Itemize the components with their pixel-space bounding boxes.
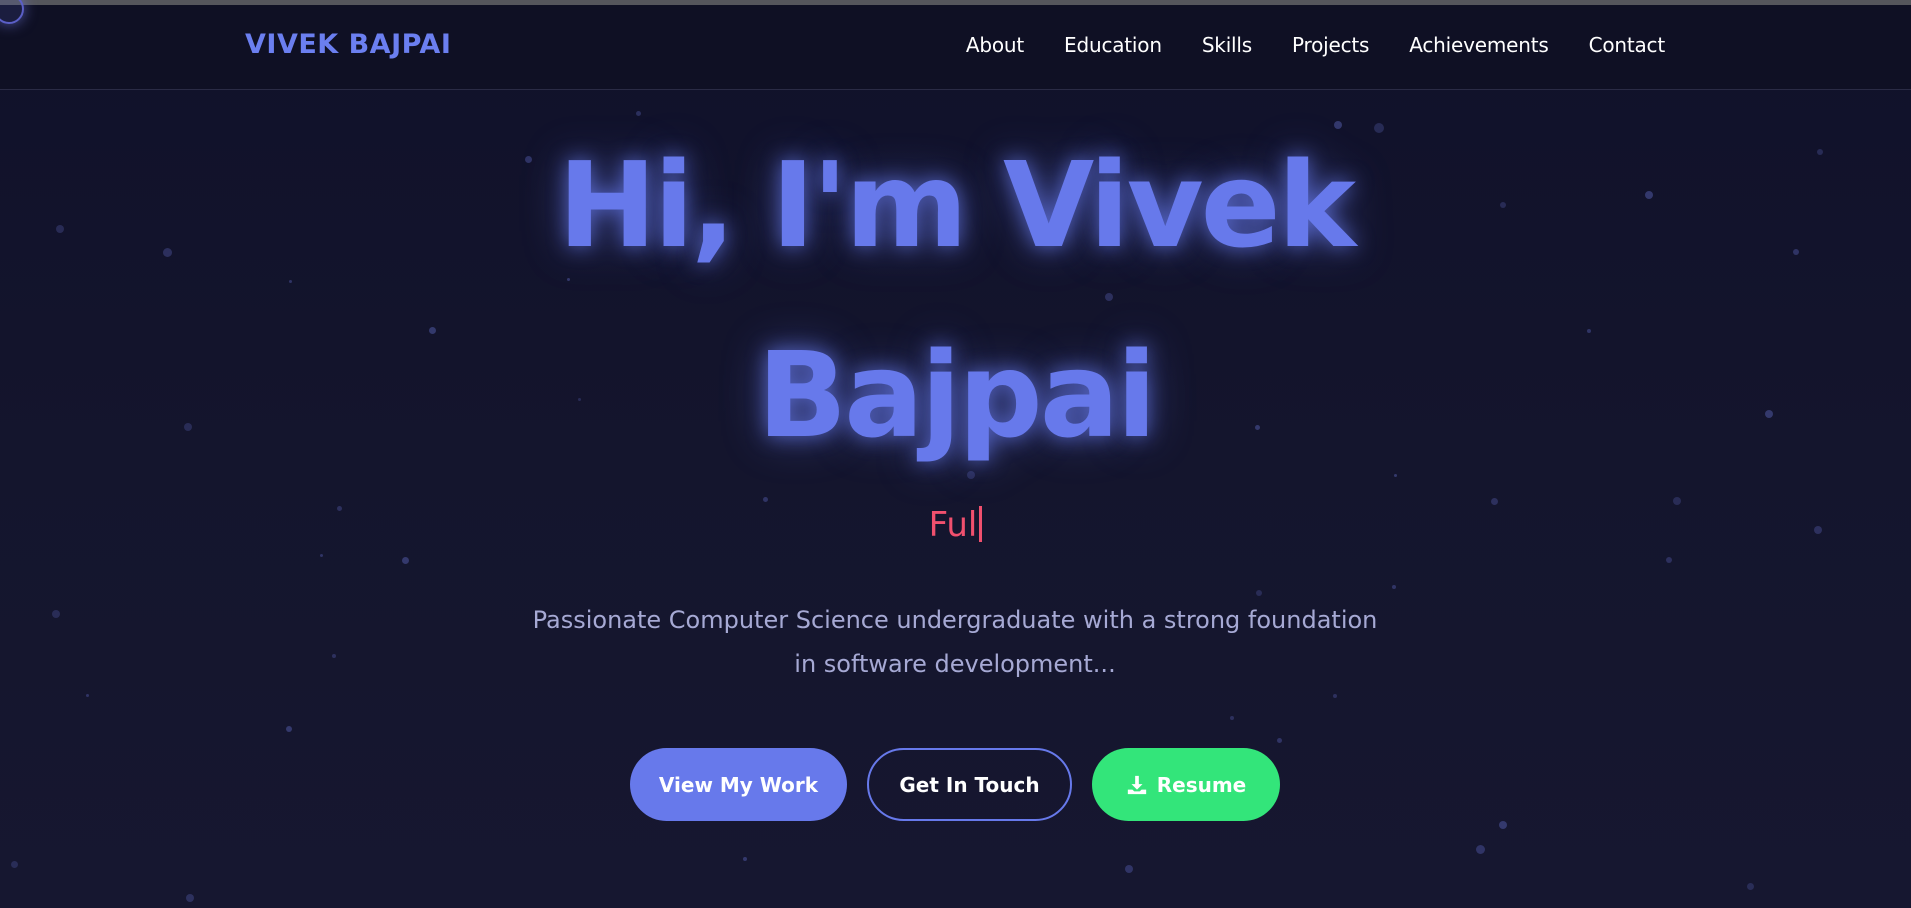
hero-buttons: View My Work Get In Touch Resume [630, 748, 1280, 821]
brand-logo[interactable]: VIVEK BAJPAI [245, 29, 451, 60]
star-dot [286, 726, 292, 732]
star-dot [1490, 497, 1498, 505]
star-dot [332, 654, 336, 658]
nav-link-about[interactable]: About [966, 33, 1024, 57]
star-dot [1125, 865, 1133, 873]
get-in-touch-button[interactable]: Get In Touch [867, 748, 1072, 821]
star-dot [1333, 694, 1337, 698]
star-dot [1230, 716, 1234, 720]
star-dot [52, 610, 60, 618]
star-dot [1276, 737, 1282, 743]
hero-title-line1: Hi, I'm Vivek [557, 136, 1356, 274]
star-dot [10, 860, 18, 868]
resume-button[interactable]: Resume [1092, 748, 1280, 821]
star-dot [743, 857, 747, 861]
hero-title: Hi, I'm Vivek Bajpai [0, 110, 1911, 490]
nav-links: About Education Skills Projects Achievem… [966, 33, 1665, 57]
typed-role-text: Ful [928, 505, 978, 545]
download-icon [1127, 775, 1146, 794]
typed-role: Ful [0, 505, 1911, 545]
page: VIVEK BAJPAI About Education Skills Proj… [0, 0, 1911, 908]
description-line1: Passionate Computer Science undergraduat… [532, 606, 1378, 634]
star-dot [1746, 882, 1754, 890]
resume-label: Resume [1156, 772, 1247, 797]
navbar: VIVEK BAJPAI About Education Skills Proj… [0, 5, 1911, 90]
description-line2: in software development... [794, 650, 1116, 678]
view-my-work-button[interactable]: View My Work [630, 748, 847, 821]
star-dot [186, 894, 194, 902]
view-my-work-label: View My Work [658, 772, 819, 797]
star-dot [401, 556, 409, 564]
get-in-touch-label: Get In Touch [899, 772, 1040, 797]
nav-link-education[interactable]: Education [1064, 33, 1162, 57]
star-dot [1673, 497, 1681, 505]
star-dot [762, 496, 768, 502]
star-dot [1256, 590, 1262, 596]
star-dot [1666, 557, 1672, 563]
nav-link-projects[interactable]: Projects [1292, 33, 1369, 57]
star-dot [1475, 844, 1485, 854]
typing-cursor [979, 506, 983, 542]
star-dot [319, 553, 323, 557]
nav-link-skills[interactable]: Skills [1202, 33, 1252, 57]
star-dot [1499, 821, 1507, 829]
star-dot [85, 693, 89, 697]
hero-description: Passionate Computer Science undergraduat… [505, 598, 1405, 686]
star-dot [1392, 585, 1396, 589]
nav-link-contact[interactable]: Contact [1589, 33, 1666, 57]
hero-title-line2: Bajpai [757, 326, 1157, 464]
nav-link-achievements[interactable]: Achievements [1409, 33, 1549, 57]
